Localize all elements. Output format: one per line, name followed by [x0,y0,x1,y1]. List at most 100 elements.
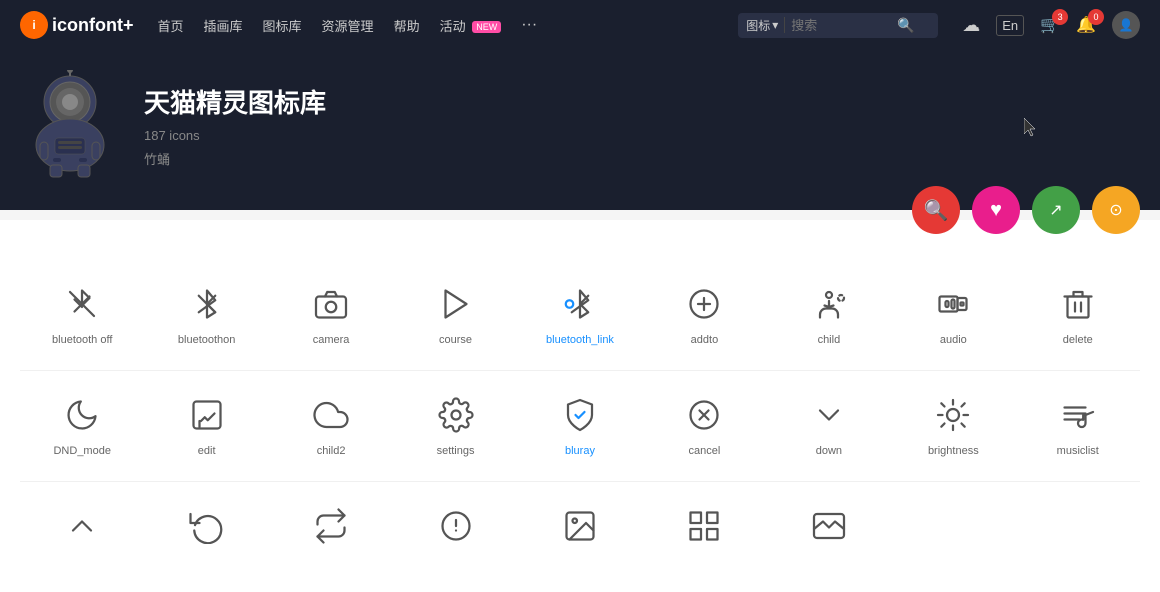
icon-label: audio [940,334,967,346]
nav-home[interactable]: 首页 [158,16,184,35]
search-divider [784,17,785,33]
search-bar: 图标 ▾ 🔍 [738,13,938,38]
list-item[interactable] [767,482,891,572]
list-item[interactable]: brightness [891,371,1015,473]
site-logo[interactable]: i iconfont+ [20,11,134,39]
bluetooth-on-icon [187,284,227,324]
addto-icon [684,284,724,324]
nav-resources[interactable]: 资源管理 [322,16,374,35]
child-icon [809,284,849,324]
list-item[interactable] [393,482,517,572]
search-type-select[interactable]: 图标 ▾ [746,17,778,34]
list-item[interactable]: settings [393,371,517,473]
icon-label: delete [1063,334,1093,346]
icon-label: bluetooth_link [546,334,614,346]
notif-badge: 0 [1088,9,1104,25]
list-item[interactable]: child [767,260,891,362]
navbar: i iconfont+ 首页 插画库 图标库 资源管理 帮助 活动 NEW ··… [0,0,1160,50]
cursor [1024,118,1040,138]
list-item[interactable]: cancel [642,371,766,473]
author-name: 竹蛹 [144,149,1140,168]
delete-icon [1058,284,1098,324]
activity-badge: NEW [472,21,501,33]
upload-button[interactable]: ☁ [962,15,980,36]
nav-icons[interactable]: 图标库 [263,16,302,35]
brightness-icon [933,395,973,435]
banner: 天猫精灵图标库 187 icons 竹蛹 🔍 ♥ ↗ ⊙ [0,50,1160,210]
musiclist-icon [1058,395,1098,435]
nav-help[interactable]: 帮助 [394,16,420,35]
loop-icon [311,506,351,546]
nav-illustrations[interactable]: 插画库 [204,16,243,35]
icons-section: bluetooth off bluetoothon camera course [0,220,1160,592]
list-item[interactable] [144,482,268,572]
list-item[interactable]: edit [144,371,268,473]
audio-icon [933,284,973,324]
nav-more[interactable]: ··· [521,16,537,34]
logo-text: iconfont+ [52,15,134,36]
search-button[interactable]: 🔍 [897,17,914,34]
list-item[interactable]: addto [642,260,766,362]
course-icon [436,284,476,324]
down-icon [809,395,849,435]
icon-label: down [816,445,842,457]
settings-icon [436,395,476,435]
bluray-icon [560,395,600,435]
edit-icon [187,395,227,435]
robot-illustration [20,70,120,180]
picture-icon [809,506,849,546]
list-item[interactable]: bluetooth_link [518,260,642,362]
list-item[interactable]: bluetooth off [20,260,144,362]
list-item[interactable] [518,482,642,572]
icon-label: bluray [565,445,595,457]
share-action-button[interactable]: ↗ [1032,186,1080,234]
icon-label: settings [437,445,475,457]
icon-label: bluetooth off [52,334,112,346]
icon-label: brightness [928,445,979,457]
list-item[interactable] [20,482,144,572]
notification-button[interactable]: 🔔 0 [1076,15,1096,35]
circle-icon [436,506,476,546]
cart-badge: 3 [1052,9,1068,25]
list-item[interactable]: course [393,260,517,362]
list-item[interactable]: bluetoothon [144,260,268,362]
nav-actions: ☁ En 🛒 3 🔔 0 👤 [962,11,1140,39]
search-input[interactable] [791,18,891,33]
icon-label: cancel [689,445,721,457]
user-avatar[interactable]: 👤 [1112,11,1140,39]
lang-switch[interactable]: En [996,15,1024,36]
camera-icon [311,284,351,324]
list-item[interactable]: bluray [518,371,642,473]
icon-label: child2 [317,445,346,457]
icon-label: DND_mode [53,445,110,457]
search-action-button[interactable]: 🔍 [912,186,960,234]
nav-links: 首页 插画库 图标库 资源管理 帮助 活动 NEW ··· [158,16,715,35]
cart-button[interactable]: 🛒 3 [1040,15,1060,35]
list-item[interactable]: camera [269,260,393,362]
list-item[interactable]: audio [891,260,1015,362]
page-title: 天猫精灵图标库 [144,83,1140,120]
icon-label: camera [313,334,350,346]
icon-count: 187 icons [144,128,1140,143]
icon-label: course [439,334,472,346]
list-item[interactable]: child2 [269,371,393,473]
list-item[interactable] [269,482,393,572]
list-item[interactable]: DND_mode [20,371,144,473]
list-item[interactable]: musiclist [1016,371,1140,473]
list-item[interactable]: delete [1016,260,1140,362]
icon-label: bluetoothon [178,334,236,346]
dnd-mode-icon [62,395,102,435]
refresh-icon [187,506,227,546]
nav-activity[interactable]: 活动 NEW [440,16,502,35]
list-item[interactable] [642,482,766,572]
list-item[interactable]: down [767,371,891,473]
download-action-button[interactable]: ⊙ [1092,186,1140,234]
icons-grid-row2: DND_mode edit child2 settings [20,370,1140,473]
icon-label: musiclist [1057,445,1099,457]
logo-icon: i [20,11,48,39]
like-action-button[interactable]: ♥ [972,186,1020,234]
grid-icon [684,506,724,546]
child2-icon [311,395,351,435]
image-icon [560,506,600,546]
bluetooth-off-icon [62,284,102,324]
